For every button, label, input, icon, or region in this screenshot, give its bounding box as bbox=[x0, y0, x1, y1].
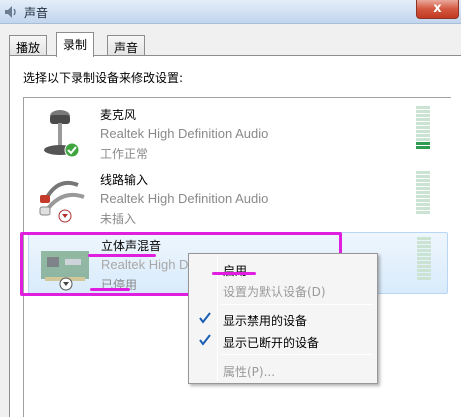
close-button[interactable]: x bbox=[416, 0, 459, 19]
list-item-microphone[interactable]: 麦克风 Realtek High Definition Audio 工作正常 bbox=[28, 102, 448, 164]
checkmark-icon bbox=[199, 312, 211, 324]
green-check-icon bbox=[64, 142, 80, 158]
red-down-arrow-icon bbox=[58, 209, 72, 223]
menu-item-enable[interactable]: 启用 bbox=[191, 259, 375, 279]
device-name: 麦克风 bbox=[100, 108, 137, 122]
list-item-line-in[interactable]: 线路输入 Realtek High Definition Audio 未插入 bbox=[28, 167, 448, 229]
menu-item-show-disabled[interactable]: 显示禁用的设备 bbox=[191, 309, 375, 329]
annotation-underline-status bbox=[90, 288, 130, 291]
annotation-underline-name bbox=[88, 254, 156, 257]
device-name: 线路输入 bbox=[100, 173, 149, 187]
checkmark-icon bbox=[199, 334, 211, 346]
tab-recording[interactable]: 录制 bbox=[56, 32, 95, 57]
close-icon: x bbox=[433, 1, 442, 16]
menu-separator bbox=[221, 304, 373, 305]
device-description: Realtek High Definition Audio bbox=[100, 191, 269, 206]
speaker-icon bbox=[5, 6, 16, 18]
menu-item-show-disconnected[interactable]: 显示已断开的设备 bbox=[191, 331, 375, 351]
device-status: 工作正常 bbox=[100, 147, 149, 161]
annotation-underline-enable bbox=[212, 272, 256, 275]
device-description: Realtek High Definition Audio bbox=[100, 126, 269, 141]
title-bar: 声音 x bbox=[0, 0, 461, 24]
menu-separator bbox=[221, 354, 373, 355]
menu-item-set-default[interactable]: 设置为默认设备(D) bbox=[191, 280, 375, 300]
tab-sounds[interactable]: 声音 bbox=[107, 35, 146, 55]
instruction-text: 选择以下录制设备来修改设置: bbox=[23, 71, 184, 85]
tab-playback[interactable]: 播放 bbox=[9, 35, 48, 55]
level-meter bbox=[416, 106, 430, 150]
window-title: 声音 bbox=[24, 6, 49, 20]
device-status: 未插入 bbox=[100, 212, 137, 226]
menu-item-properties[interactable]: 属性(P)... bbox=[191, 360, 375, 380]
level-meter bbox=[416, 171, 430, 215]
level-meter bbox=[417, 237, 431, 281]
